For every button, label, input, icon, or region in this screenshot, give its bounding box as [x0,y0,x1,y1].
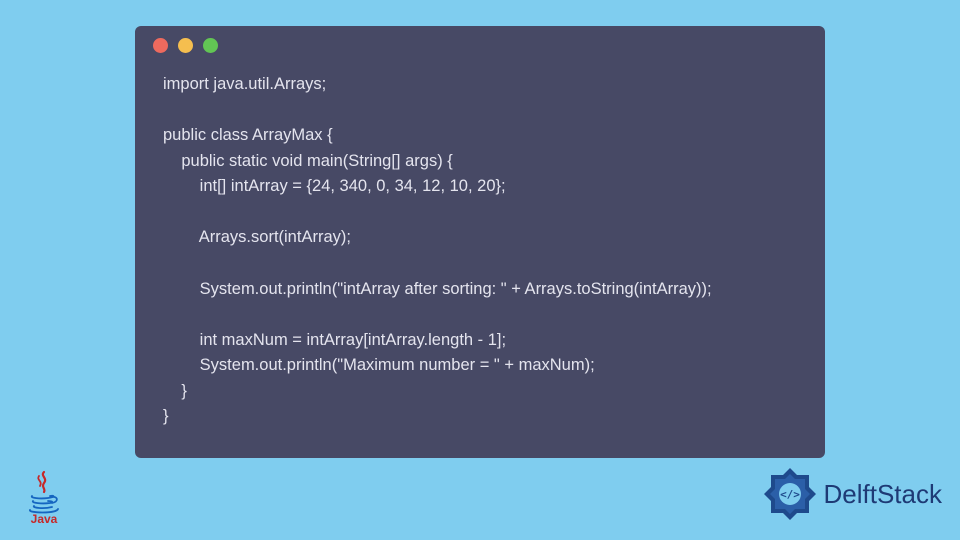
delftstack-icon: </> [762,466,818,522]
delftstack-logo-label: DelftStack [824,479,943,510]
java-cup-icon [26,470,62,514]
close-icon[interactable] [153,38,168,53]
java-logo-label: Java [31,512,58,526]
minimize-icon[interactable] [178,38,193,53]
code-window: import java.util.Arrays; public class Ar… [135,26,825,458]
delftstack-logo: </> DelftStack [762,466,943,522]
window-titlebar [135,26,825,64]
svg-text:</>: </> [780,488,800,501]
maximize-icon[interactable] [203,38,218,53]
code-block: import java.util.Arrays; public class Ar… [135,64,825,438]
java-logo: Java [20,464,68,526]
